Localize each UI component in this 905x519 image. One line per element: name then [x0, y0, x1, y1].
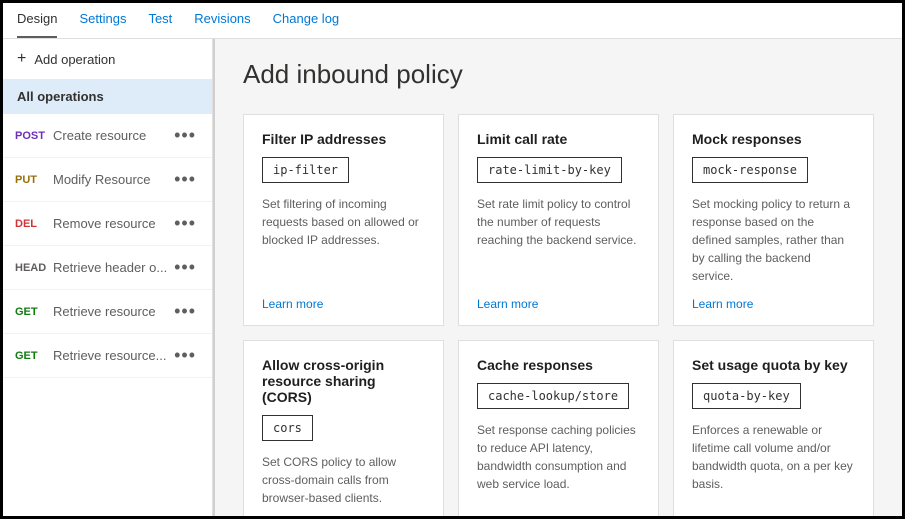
- operation-name: Modify Resource: [53, 172, 170, 187]
- policy-description: Enforces a renewable or lifetime call vo…: [692, 421, 855, 507]
- add-operation-button[interactable]: + Add operation: [3, 39, 212, 79]
- policy-title: Cache responses: [477, 357, 640, 373]
- tab-revisions[interactable]: Revisions: [194, 11, 250, 38]
- policy-card[interactable]: Filter IP addresses ip-filter Set filterin…: [243, 114, 444, 326]
- sidebar: + Add operation All operations POSTCreat…: [3, 39, 213, 516]
- policy-description: Set rate limit policy to control the num…: [477, 195, 640, 285]
- operation-row[interactable]: PUTModify Resource•••: [3, 158, 212, 202]
- http-method-badge: GET: [15, 350, 53, 362]
- tab-settings[interactable]: Settings: [79, 11, 126, 38]
- policy-description: Set filtering of incoming requests based…: [262, 195, 425, 285]
- http-method-badge: POST: [15, 130, 53, 142]
- policy-tag: rate-limit-by-key: [477, 157, 622, 183]
- operation-row[interactable]: POSTCreate resource•••: [3, 114, 212, 158]
- http-method-badge: HEAD: [15, 262, 53, 274]
- page-title: Add inbound policy: [243, 59, 874, 90]
- policy-tag: cors: [262, 415, 313, 441]
- policy-title: Filter IP addresses: [262, 131, 425, 147]
- more-icon[interactable]: •••: [170, 213, 200, 234]
- operation-name: Retrieve resource: [53, 304, 170, 319]
- policy-card[interactable]: Allow cross-origin resource sharing (COR…: [243, 340, 444, 516]
- policy-tag: ip-filter: [262, 157, 349, 183]
- operation-name: Remove resource: [53, 216, 170, 231]
- operation-name: Retrieve resource...: [53, 348, 170, 363]
- policy-title: Mock responses: [692, 131, 855, 147]
- policy-tag: mock-response: [692, 157, 808, 183]
- policy-description: Set response caching policies to reduce …: [477, 421, 640, 507]
- learn-more-link[interactable]: Learn more: [692, 297, 855, 311]
- tab-changelog[interactable]: Change log: [273, 11, 340, 38]
- operation-name: Retrieve header o...: [53, 260, 170, 275]
- operation-name: Create resource: [53, 128, 170, 143]
- operation-row[interactable]: DELRemove resource•••: [3, 202, 212, 246]
- http-method-badge: GET: [15, 306, 53, 318]
- more-icon[interactable]: •••: [170, 169, 200, 190]
- policy-tag: quota-by-key: [692, 383, 801, 409]
- top-tabs: Design Settings Test Revisions Change lo…: [3, 3, 902, 39]
- plus-icon: +: [17, 51, 26, 67]
- policy-title: Limit call rate: [477, 131, 640, 147]
- operation-row[interactable]: GETRetrieve resource...•••: [3, 334, 212, 378]
- http-method-badge: PUT: [15, 174, 53, 186]
- policy-card[interactable]: Cache responses cache-lookup/store Set res…: [458, 340, 659, 516]
- operation-row[interactable]: HEADRetrieve header o...•••: [3, 246, 212, 290]
- http-method-badge: DEL: [15, 218, 53, 230]
- more-icon[interactable]: •••: [170, 301, 200, 322]
- policy-description: Set CORS policy to allow cross-domain ca…: [262, 453, 425, 507]
- operation-row[interactable]: GETRetrieve resource•••: [3, 290, 212, 334]
- learn-more-link[interactable]: Learn more: [477, 297, 640, 311]
- policy-card[interactable]: Set usage quota by key quota-by-key Enforc…: [673, 340, 874, 516]
- tab-test[interactable]: Test: [148, 11, 172, 38]
- policy-card[interactable]: Mock responses mock-response Set mocking p…: [673, 114, 874, 326]
- more-icon[interactable]: •••: [170, 345, 200, 366]
- policy-title: Set usage quota by key: [692, 357, 855, 373]
- policy-description: Set mocking policy to return a response …: [692, 195, 855, 285]
- more-icon[interactable]: •••: [170, 125, 200, 146]
- policy-title: Allow cross-origin resource sharing (COR…: [262, 357, 425, 405]
- all-operations-header[interactable]: All operations: [3, 79, 212, 114]
- policy-tag: cache-lookup/store: [477, 383, 629, 409]
- main-content: Add inbound policy Filter IP addresses ip…: [213, 39, 902, 516]
- tab-design[interactable]: Design: [17, 11, 57, 38]
- learn-more-link[interactable]: Learn more: [262, 297, 425, 311]
- more-icon[interactable]: •••: [170, 257, 200, 278]
- add-operation-label: Add operation: [34, 52, 115, 67]
- policy-card[interactable]: Limit call rate rate-limit-by-key Set rate…: [458, 114, 659, 326]
